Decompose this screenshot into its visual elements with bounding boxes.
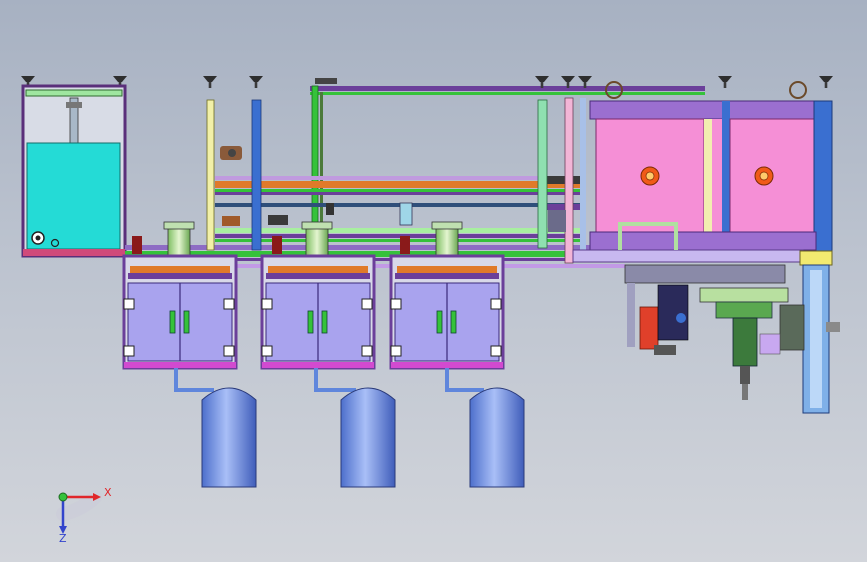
- cad-assembly-viewport[interactable]: X Z: [0, 0, 867, 562]
- cabinet-station-1[interactable]: [122, 221, 238, 370]
- z-axis-label: Z: [59, 532, 67, 545]
- cabinet-station-3[interactable]: [389, 221, 505, 370]
- collection-tank-1[interactable]: [174, 368, 257, 488]
- y-axis-marker: [58, 492, 68, 502]
- left-buffer-tank[interactable]: [21, 76, 127, 258]
- cabinet-station-2[interactable]: [260, 221, 376, 370]
- right-vertical-lift[interactable]: [779, 250, 840, 414]
- coordinate-triad: X Z: [56, 486, 112, 545]
- transfer-mechanism[interactable]: [624, 264, 789, 400]
- drying-chamber[interactable]: [572, 76, 833, 263]
- collection-tank-3[interactable]: [445, 368, 525, 488]
- x-axis-label: X: [104, 486, 112, 499]
- collection-tank-2[interactable]: [314, 368, 396, 488]
